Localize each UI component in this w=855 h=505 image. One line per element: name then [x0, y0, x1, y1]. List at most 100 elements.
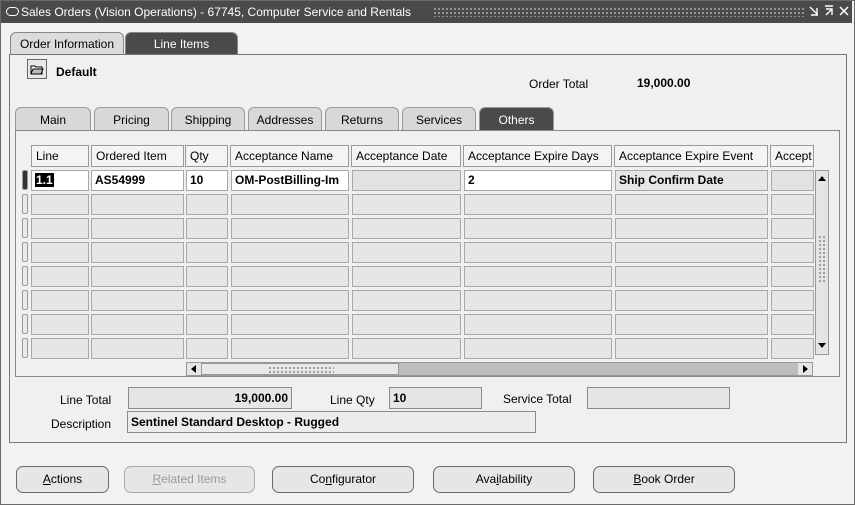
empty-cell[interactable]: [186, 266, 228, 287]
empty-cell[interactable]: [31, 338, 89, 359]
actions-button[interactable]: Actions: [16, 466, 109, 493]
empty-cell[interactable]: [352, 314, 461, 335]
empty-cell[interactable]: [464, 266, 612, 287]
empty-cell[interactable]: [352, 290, 461, 311]
row-indicator[interactable]: [22, 194, 28, 214]
empty-cell[interactable]: [186, 242, 228, 263]
empty-cell[interactable]: [31, 290, 89, 311]
row-indicator[interactable]: [22, 290, 28, 310]
column-header-line[interactable]: Line: [31, 145, 89, 167]
horizontal-scroll-thumb[interactable]: [201, 363, 399, 375]
empty-cell[interactable]: [615, 194, 768, 215]
row-indicator[interactable]: [22, 266, 28, 286]
row-indicator[interactable]: [22, 338, 28, 358]
accept-cell[interactable]: [771, 170, 814, 191]
acceptance-expire-event-cell[interactable]: Ship Confirm Date: [615, 170, 768, 191]
empty-cell[interactable]: [186, 338, 228, 359]
empty-cell[interactable]: [91, 290, 184, 311]
empty-cell[interactable]: [231, 314, 349, 335]
empty-cell[interactable]: [231, 290, 349, 311]
empty-cell[interactable]: [91, 194, 184, 215]
service-total-field[interactable]: [587, 387, 730, 409]
availability-button[interactable]: Availability: [433, 466, 575, 493]
book-order-button[interactable]: Book Order: [593, 466, 735, 493]
empty-cell[interactable]: [31, 266, 89, 287]
empty-cell[interactable]: [771, 218, 814, 239]
column-header-acceptance-expire-event[interactable]: Acceptance Expire Event: [614, 145, 768, 167]
empty-cell[interactable]: [464, 314, 612, 335]
tab-order-information[interactable]: Order Information: [10, 32, 124, 55]
empty-cell[interactable]: [771, 290, 814, 311]
column-header-ordered-item[interactable]: Ordered Item: [91, 145, 184, 167]
empty-cell[interactable]: [31, 314, 89, 335]
column-header-qty[interactable]: Qty: [185, 145, 228, 167]
empty-cell[interactable]: [186, 314, 228, 335]
empty-cell[interactable]: [771, 266, 814, 287]
tab-services[interactable]: Services: [402, 107, 476, 131]
column-header-accept[interactable]: Accept: [770, 145, 814, 167]
empty-cell[interactable]: [31, 242, 89, 263]
empty-cell[interactable]: [464, 194, 612, 215]
tab-line-items[interactable]: Line Items: [125, 32, 238, 55]
empty-cell[interactable]: [91, 266, 184, 287]
empty-cell[interactable]: [186, 194, 228, 215]
related-items-button[interactable]: Related Items: [124, 466, 255, 493]
empty-cell[interactable]: [352, 266, 461, 287]
scroll-up-icon[interactable]: [817, 172, 827, 186]
empty-cell[interactable]: [464, 218, 612, 239]
column-header-acceptance-expire-days[interactable]: Acceptance Expire Days: [463, 145, 612, 167]
column-header-acceptance-date[interactable]: Acceptance Date: [351, 145, 461, 167]
title-bar[interactable]: Sales Orders (Vision Operations) - 67745…: [1, 1, 852, 23]
line-number-cell[interactable]: 1.1: [31, 170, 89, 191]
acceptance-name-cell[interactable]: OM-PostBilling-Im: [231, 170, 349, 191]
tab-pricing[interactable]: Pricing: [94, 107, 169, 131]
empty-cell[interactable]: [615, 242, 768, 263]
empty-cell[interactable]: [186, 290, 228, 311]
row-indicator-current[interactable]: [22, 170, 28, 190]
line-total-field[interactable]: 19,000.00: [128, 387, 292, 409]
empty-cell[interactable]: [231, 218, 349, 239]
empty-cell[interactable]: [615, 266, 768, 287]
empty-cell[interactable]: [464, 290, 612, 311]
empty-cell[interactable]: [615, 218, 768, 239]
empty-cell[interactable]: [91, 218, 184, 239]
empty-cell[interactable]: [352, 194, 461, 215]
scroll-down-icon[interactable]: [817, 339, 827, 353]
line-qty-field[interactable]: 10: [389, 387, 482, 409]
minimize-icon[interactable]: [807, 4, 821, 20]
window-menu-icon[interactable]: [6, 7, 19, 16]
configurator-button[interactable]: Configurator: [272, 466, 414, 493]
folder-button[interactable]: [27, 59, 47, 79]
maximize-icon[interactable]: [822, 4, 836, 20]
empty-cell[interactable]: [231, 338, 349, 359]
empty-cell[interactable]: [91, 314, 184, 335]
empty-cell[interactable]: [231, 242, 349, 263]
close-icon[interactable]: [837, 4, 851, 20]
empty-cell[interactable]: [352, 338, 461, 359]
row-indicator[interactable]: [22, 242, 28, 262]
acceptance-expire-days-cell[interactable]: 2: [464, 170, 612, 191]
row-indicator[interactable]: [22, 218, 28, 238]
column-header-acceptance-name[interactable]: Acceptance Name: [230, 145, 349, 167]
empty-cell[interactable]: [31, 218, 89, 239]
empty-cell[interactable]: [464, 242, 612, 263]
empty-cell[interactable]: [91, 338, 184, 359]
empty-cell[interactable]: [771, 242, 814, 263]
empty-cell[interactable]: [231, 266, 349, 287]
tab-shipping[interactable]: Shipping: [171, 107, 245, 131]
empty-cell[interactable]: [771, 314, 814, 335]
empty-cell[interactable]: [771, 194, 814, 215]
tab-addresses[interactable]: Addresses: [248, 107, 322, 131]
empty-cell[interactable]: [771, 338, 814, 359]
row-indicator[interactable]: [22, 314, 28, 334]
tab-others[interactable]: Others: [479, 107, 554, 131]
ordered-item-cell[interactable]: AS54999: [91, 170, 184, 191]
empty-cell[interactable]: [186, 218, 228, 239]
empty-cell[interactable]: [615, 314, 768, 335]
empty-cell[interactable]: [615, 290, 768, 311]
empty-cell[interactable]: [31, 194, 89, 215]
horizontal-scrollbar[interactable]: [186, 362, 813, 376]
empty-cell[interactable]: [352, 242, 461, 263]
vertical-scrollbar[interactable]: [815, 170, 829, 355]
tab-main[interactable]: Main: [15, 107, 91, 131]
